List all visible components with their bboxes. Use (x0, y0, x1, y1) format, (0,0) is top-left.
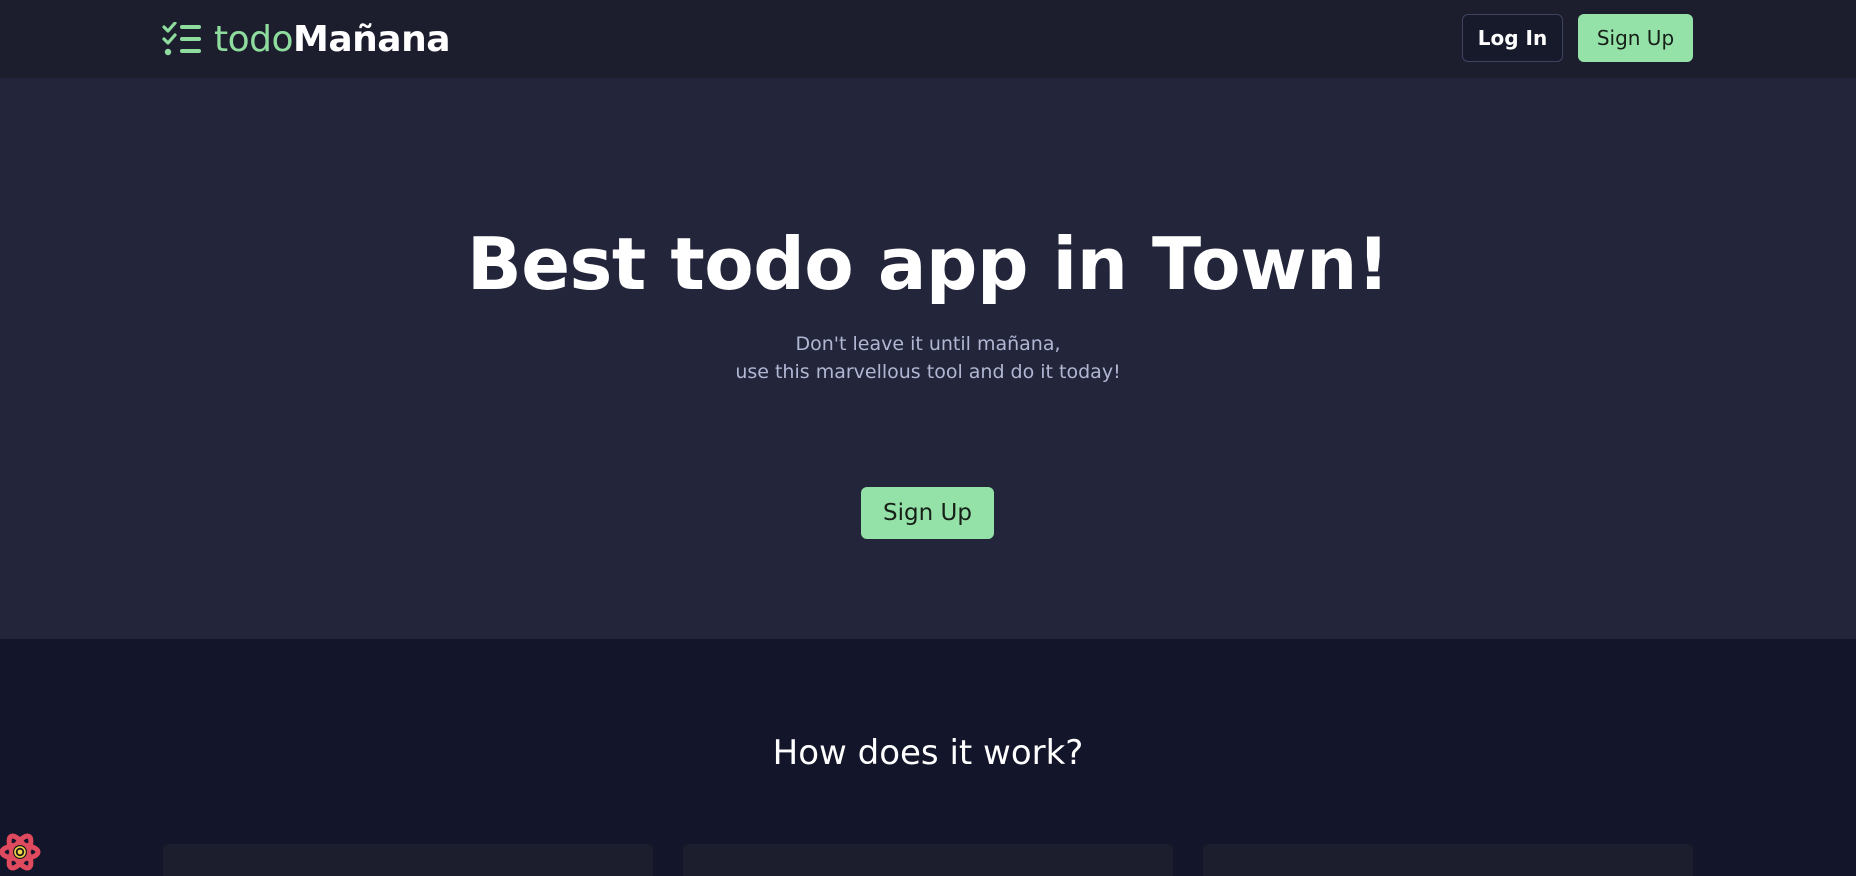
logo[interactable]: todoMañana (162, 18, 450, 60)
feature-card (683, 844, 1173, 876)
hero-subtitle-line1: Don't leave it until mañana, (795, 333, 1061, 355)
logo-text-manana: Mañana (293, 18, 450, 60)
signup-button-header[interactable]: Sign Up (1578, 14, 1693, 62)
logo-text: todoMañana (214, 19, 450, 60)
feature-card (1203, 844, 1693, 876)
react-devtools-icon[interactable] (0, 830, 42, 872)
login-button[interactable]: Log In (1462, 14, 1563, 62)
hero-section: Best todo app in Town! Don't leave it un… (0, 78, 1856, 639)
feature-card (163, 844, 653, 876)
top-navbar: todoMañana Log In Sign Up (0, 0, 1856, 78)
logo-text-todo: todo (214, 18, 294, 60)
hero-subtitle-line2: use this marvellous tool and do it today… (735, 361, 1121, 383)
how-it-works-heading: How does it work? (772, 733, 1084, 773)
signup-button-hero[interactable]: Sign Up (861, 487, 994, 539)
checklist-icon (162, 22, 201, 56)
hero-title: Best todo app in Town! (466, 222, 1390, 306)
